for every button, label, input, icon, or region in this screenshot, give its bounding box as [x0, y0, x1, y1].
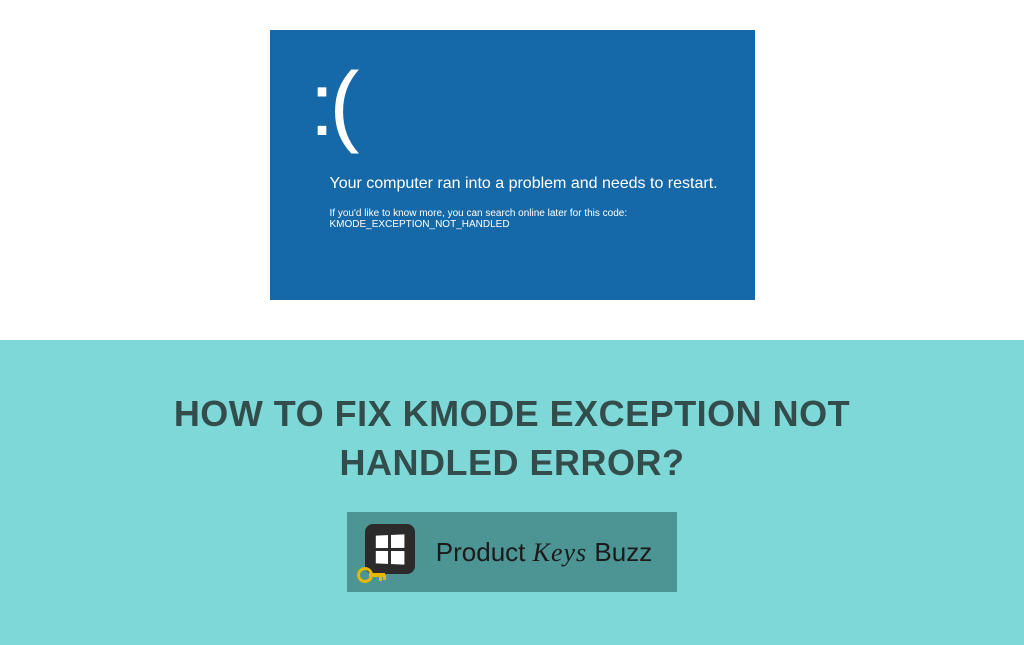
logo-icon-wrapper: [365, 524, 421, 580]
article-headline: HOW TO FIX KMODE EXCEPTION NOT HANDLED E…: [152, 390, 872, 487]
bsod-error-code: If you'd like to know more, you can sear…: [310, 208, 725, 230]
bsod-screenshot: :( Your computer ran into a problem and …: [270, 30, 755, 300]
logo-text-product: Product: [436, 537, 533, 567]
logo-text-buzz: Buzz: [587, 537, 652, 567]
logo-banner: Product Keys Buzz: [347, 512, 677, 592]
logo-text: Product Keys Buzz: [436, 537, 652, 568]
key-icon: [357, 565, 389, 585]
logo-text-keys: Keys: [533, 538, 588, 567]
bottom-teal-section: HOW TO FIX KMODE EXCEPTION NOT HANDLED E…: [0, 340, 1024, 645]
top-white-section: :( Your computer ran into a problem and …: [0, 0, 1024, 340]
sad-face-emoticon: :(: [310, 60, 725, 150]
bsod-main-message: Your computer ran into a problem and nee…: [310, 175, 725, 193]
